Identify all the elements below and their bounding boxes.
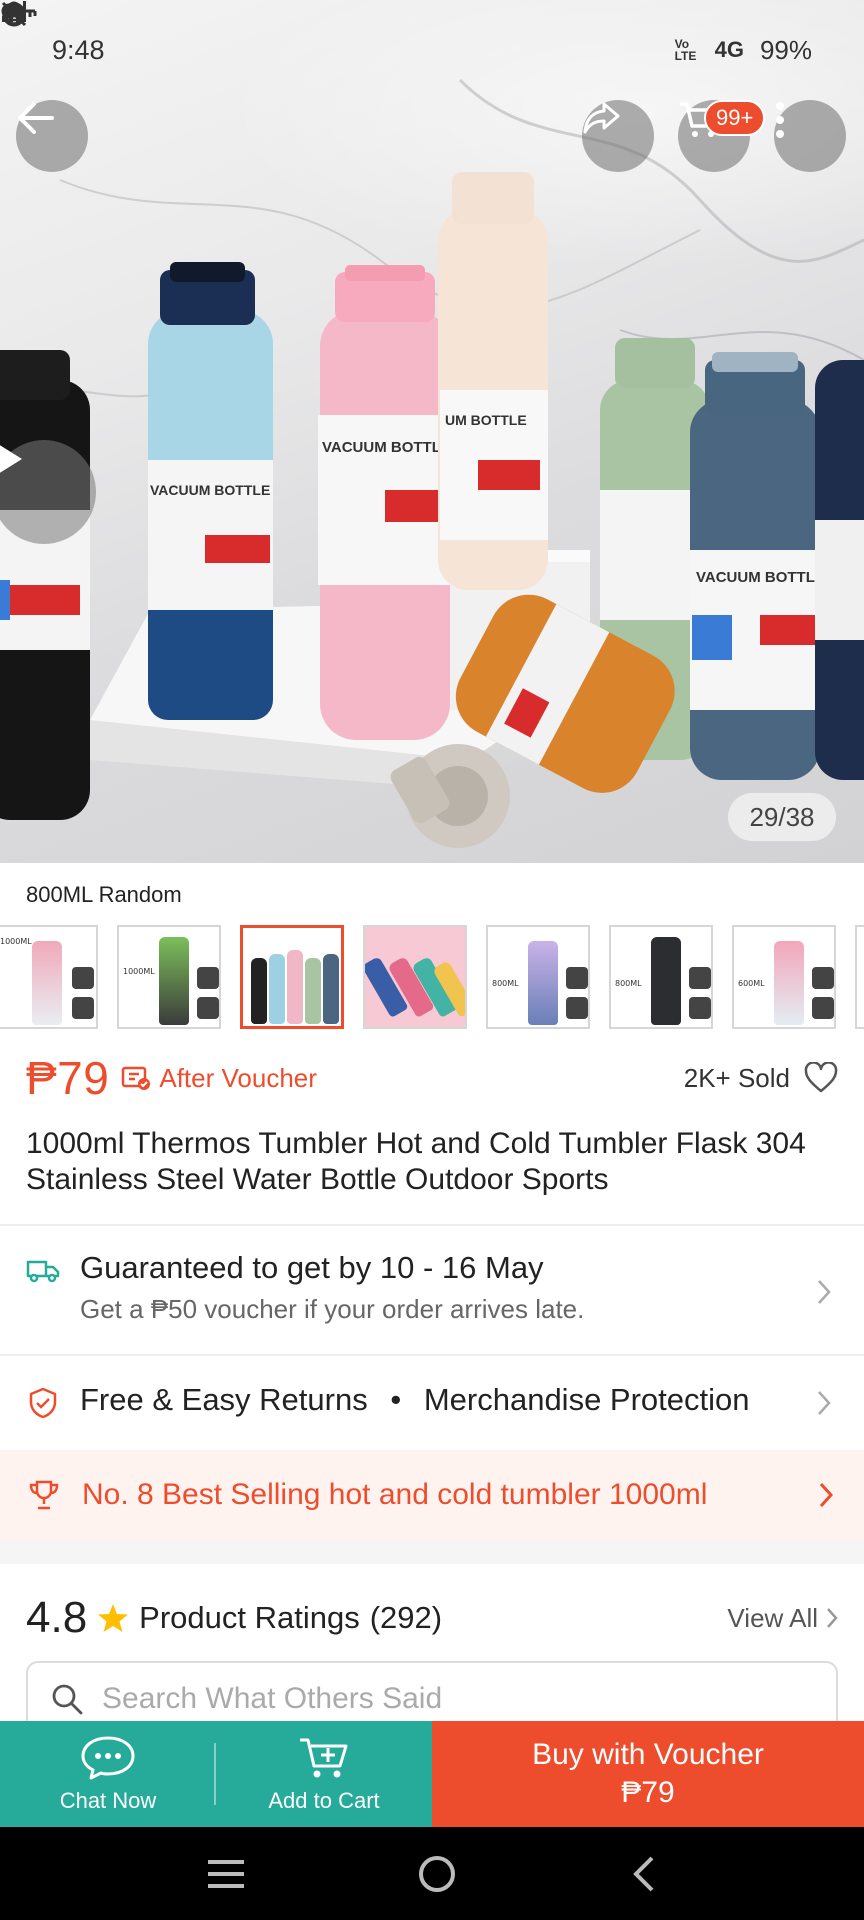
buy-price: ₱79 (621, 1776, 675, 1809)
divider (0, 1354, 864, 1356)
product-image-carousel[interactable]: VACUUM BOTTLE VACUUM BOTTLE UM BOTTLE VA… (0, 0, 864, 863)
chat-now-label: Chat Now (59, 1788, 157, 1813)
divider (0, 1224, 864, 1226)
chat-now-button[interactable]: Chat Now (0, 1721, 216, 1827)
search-icon (52, 1684, 83, 1715)
variant-thumb[interactable] (855, 925, 864, 1029)
sold-count: 2K+ Sold (683, 1062, 790, 1093)
delivery-guarantee-text: Guaranteed to get by 10 - 16 May (80, 1250, 544, 1285)
recent-apps-icon[interactable] (206, 1858, 246, 1890)
back-button[interactable] (16, 100, 88, 172)
product-title: 1000ml Thermos Tumbler Hot and Cold Tumb… (26, 1127, 806, 1196)
back-nav-icon[interactable] (628, 1854, 658, 1894)
system-navigation-bar (0, 1827, 864, 1920)
chevron-right-icon (818, 1391, 831, 1415)
merch-protection-label: Merchandise Protection (423, 1382, 750, 1417)
section-gap (0, 1540, 864, 1564)
late-voucher-note: Get a ₱50 voucher if your order arrives … (80, 1294, 585, 1324)
arrow-left-icon (18, 102, 54, 134)
price: ₱79 (26, 1052, 110, 1104)
delivery-guarantee-row[interactable]: Guaranteed to get by 10 - 16 May Get a ₱… (0, 1250, 864, 1338)
buy-label: Buy with Voucher (532, 1738, 764, 1771)
add-to-cart-button[interactable]: Add to Cart (216, 1721, 432, 1827)
cart-count-badge: 99+ (704, 100, 766, 136)
network-indicator: 4G (714, 37, 744, 62)
variant-thumb[interactable]: 1000ML (117, 925, 221, 1029)
svg-text:VACUUM BOTTLE: VACUUM BOTTLE (696, 569, 825, 586)
ratings-count: (292) (369, 1600, 443, 1635)
add-to-cart-label: Add to Cart (268, 1788, 380, 1813)
heart-icon[interactable] (804, 1062, 838, 1094)
after-voucher-label: After Voucher (159, 1062, 317, 1093)
image-counter: 29/38 (728, 793, 836, 841)
ratings-label: Product Ratings (139, 1600, 360, 1635)
volte-indicator: Vo LTE (674, 37, 697, 63)
best-selling-banner[interactable]: No. 8 Best Selling hot and cold tumbler … (0, 1450, 864, 1540)
more-options-button[interactable] (774, 100, 846, 172)
variant-thumb[interactable]: 800ML (486, 925, 590, 1029)
svg-text:VACUUM BOTTLE: VACUUM BOTTLE (150, 482, 270, 498)
bottle-label-text: VACUUM BOTTLE (322, 439, 451, 456)
star-icon (98, 1604, 129, 1632)
variant-thumb[interactable]: 800ML (609, 925, 713, 1029)
ratings-header: 4.8 Product Ratings (292) View All (26, 1588, 838, 1648)
status-bar: 9:48 Vo LTE 4G 99% (0, 0, 864, 100)
share-icon (583, 102, 620, 134)
chat-bubble-icon (81, 1736, 135, 1780)
add-cart-icon (300, 1738, 348, 1778)
shield-check-icon (29, 1387, 57, 1419)
chevron-right-icon (819, 1482, 834, 1508)
search-placeholder: Search What Others Said (102, 1682, 443, 1715)
protection-row[interactable]: Free & Easy Returns • Merchandise Protec… (0, 1378, 864, 1428)
free-returns-label: Free & Easy Returns (80, 1382, 368, 1417)
chevron-right-icon (818, 1280, 831, 1304)
view-all-ratings-link[interactable]: View All (727, 1603, 838, 1634)
price-row: ₱79 After Voucher 2K+ Sold (26, 1050, 838, 1106)
chevron-right-icon (827, 1608, 838, 1628)
rating-score: 4.8 (26, 1593, 88, 1642)
view-all-label: View All (727, 1602, 818, 1633)
truck-icon (26, 1260, 60, 1283)
variant-thumb[interactable] (363, 925, 467, 1029)
best-selling-text: No. 8 Best Selling hot and cold tumbler … (82, 1478, 708, 1511)
separator-dot: • (390, 1382, 402, 1417)
battery-level: 99% (759, 34, 812, 65)
voucher-icon (122, 1066, 151, 1090)
variant-thumbnails: 1000ML 1000ML 800ML 800ML 600ML (0, 925, 864, 1031)
home-icon[interactable] (417, 1854, 457, 1894)
svg-text:UM BOTTLE: UM BOTTLE (445, 412, 527, 428)
status-time: 9:48 (52, 34, 105, 65)
variant-thumb[interactable]: 600ML (732, 925, 836, 1029)
bottom-action-bar: Chat Now Add to Cart Buy with Voucher ₱7… (0, 1721, 864, 1827)
battery-icon (2, 2, 26, 26)
buy-with-voucher-button[interactable]: Buy with Voucher ₱79 (432, 1721, 864, 1827)
selected-variant-label: 800ML Random (26, 882, 182, 907)
more-vertical-icon (776, 102, 784, 138)
play-icon (0, 445, 22, 473)
variant-thumb-selected[interactable] (240, 925, 344, 1029)
share-button[interactable] (582, 100, 654, 172)
variant-thumb[interactable]: 1000ML (0, 925, 98, 1029)
trophy-icon (29, 1480, 59, 1510)
